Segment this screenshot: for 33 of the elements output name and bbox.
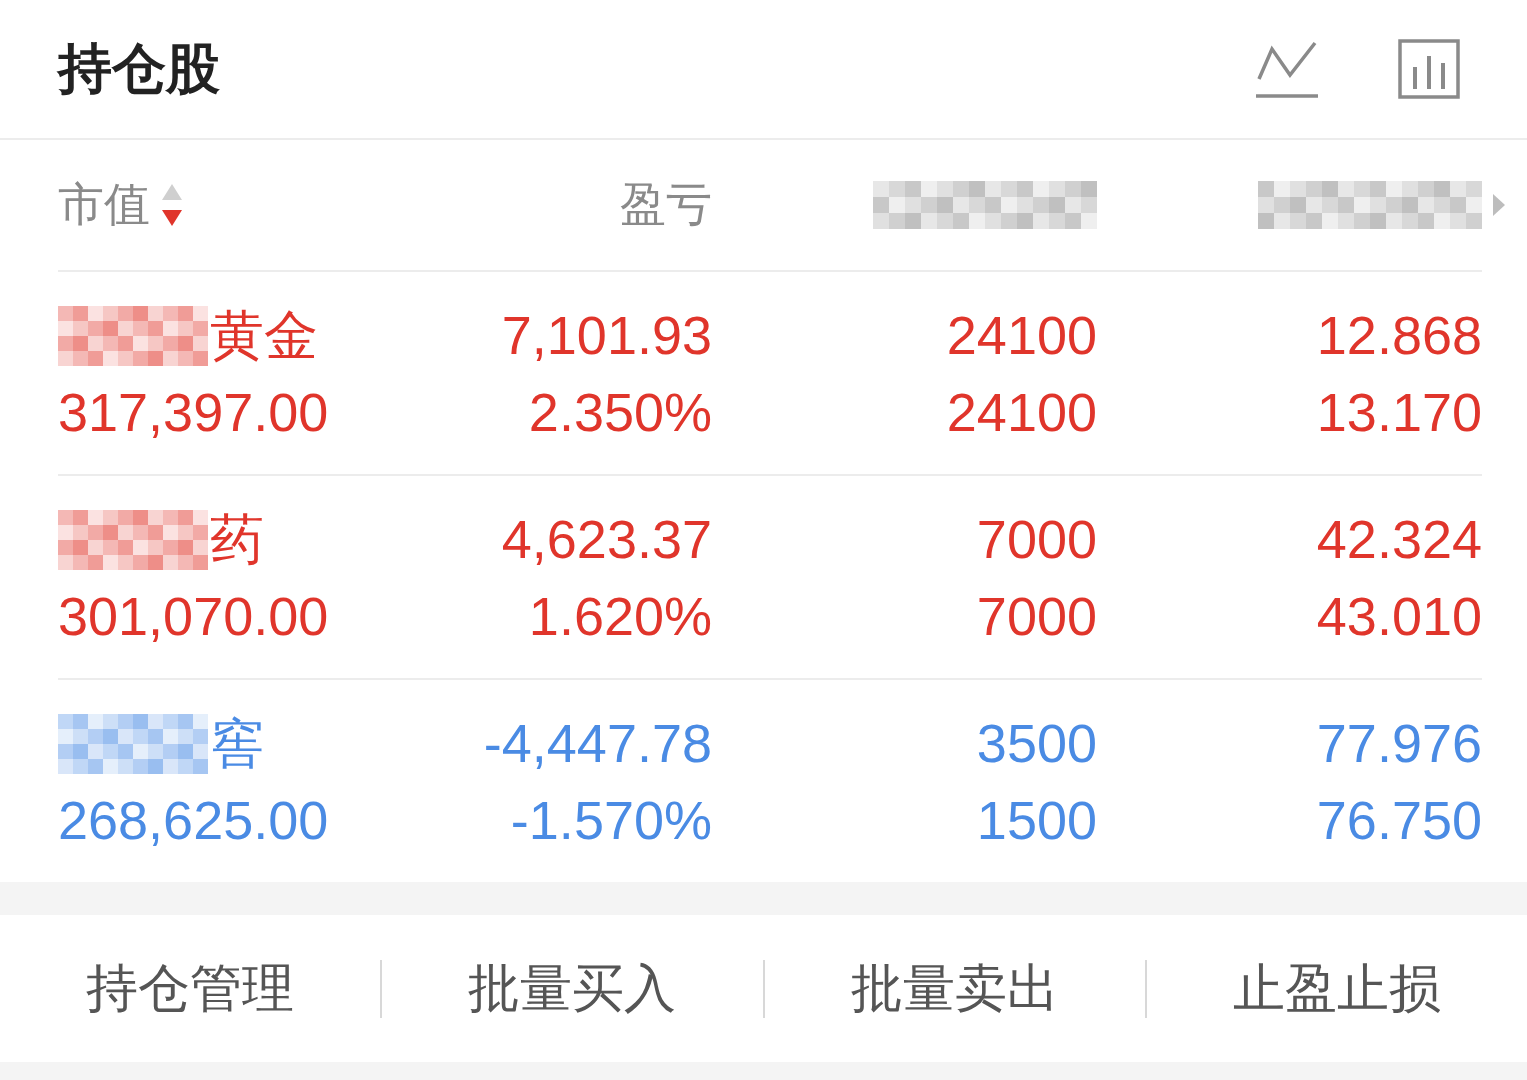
- profit-loss-percent: 2.350%: [528, 381, 712, 444]
- market-value: 301,070.00: [58, 585, 329, 648]
- profit-loss: -4,447.78: [483, 712, 712, 775]
- market-value: 317,397.00: [58, 381, 329, 444]
- cost-price: 77.976: [1316, 712, 1482, 775]
- stock-name[interactable]: 黄金: [210, 297, 318, 374]
- action-button[interactable]: 止盈止损: [1146, 915, 1527, 1062]
- sort-icon[interactable]: [160, 182, 184, 228]
- action-button[interactable]: 批量卖出: [764, 915, 1145, 1062]
- profit-loss: 7,101.93: [501, 304, 712, 367]
- action-button[interactable]: 批量买入: [382, 915, 763, 1062]
- available-quantity: 1500: [976, 789, 1097, 852]
- stock-name[interactable]: 药: [210, 501, 264, 578]
- available-quantity: 24100: [946, 381, 1097, 444]
- position-quantity: 7000: [976, 508, 1097, 571]
- current-price: 13.170: [1316, 381, 1482, 444]
- current-price: 76.750: [1316, 789, 1482, 852]
- available-quantity: 7000: [976, 585, 1097, 648]
- bar-chart-icon[interactable]: [1398, 39, 1460, 99]
- panel-title: 持仓股: [58, 36, 220, 100]
- position-quantity: 3500: [976, 712, 1097, 775]
- profit-loss-percent: 1.620%: [528, 585, 712, 648]
- action-button[interactable]: 持仓管理: [0, 915, 381, 1062]
- current-price: 43.010: [1316, 585, 1482, 648]
- market-value: 268,625.00: [58, 789, 329, 852]
- caret-right-icon[interactable]: [1493, 194, 1505, 216]
- line-chart-icon[interactable]: [1256, 39, 1318, 99]
- cost-price: 12.868: [1316, 304, 1482, 367]
- position-quantity: 24100: [946, 304, 1097, 367]
- cost-price: 42.324: [1316, 508, 1482, 571]
- column-header: 盈亏: [620, 177, 712, 232]
- profit-loss: 4,623.37: [501, 508, 712, 571]
- profit-loss-percent: -1.570%: [510, 789, 712, 852]
